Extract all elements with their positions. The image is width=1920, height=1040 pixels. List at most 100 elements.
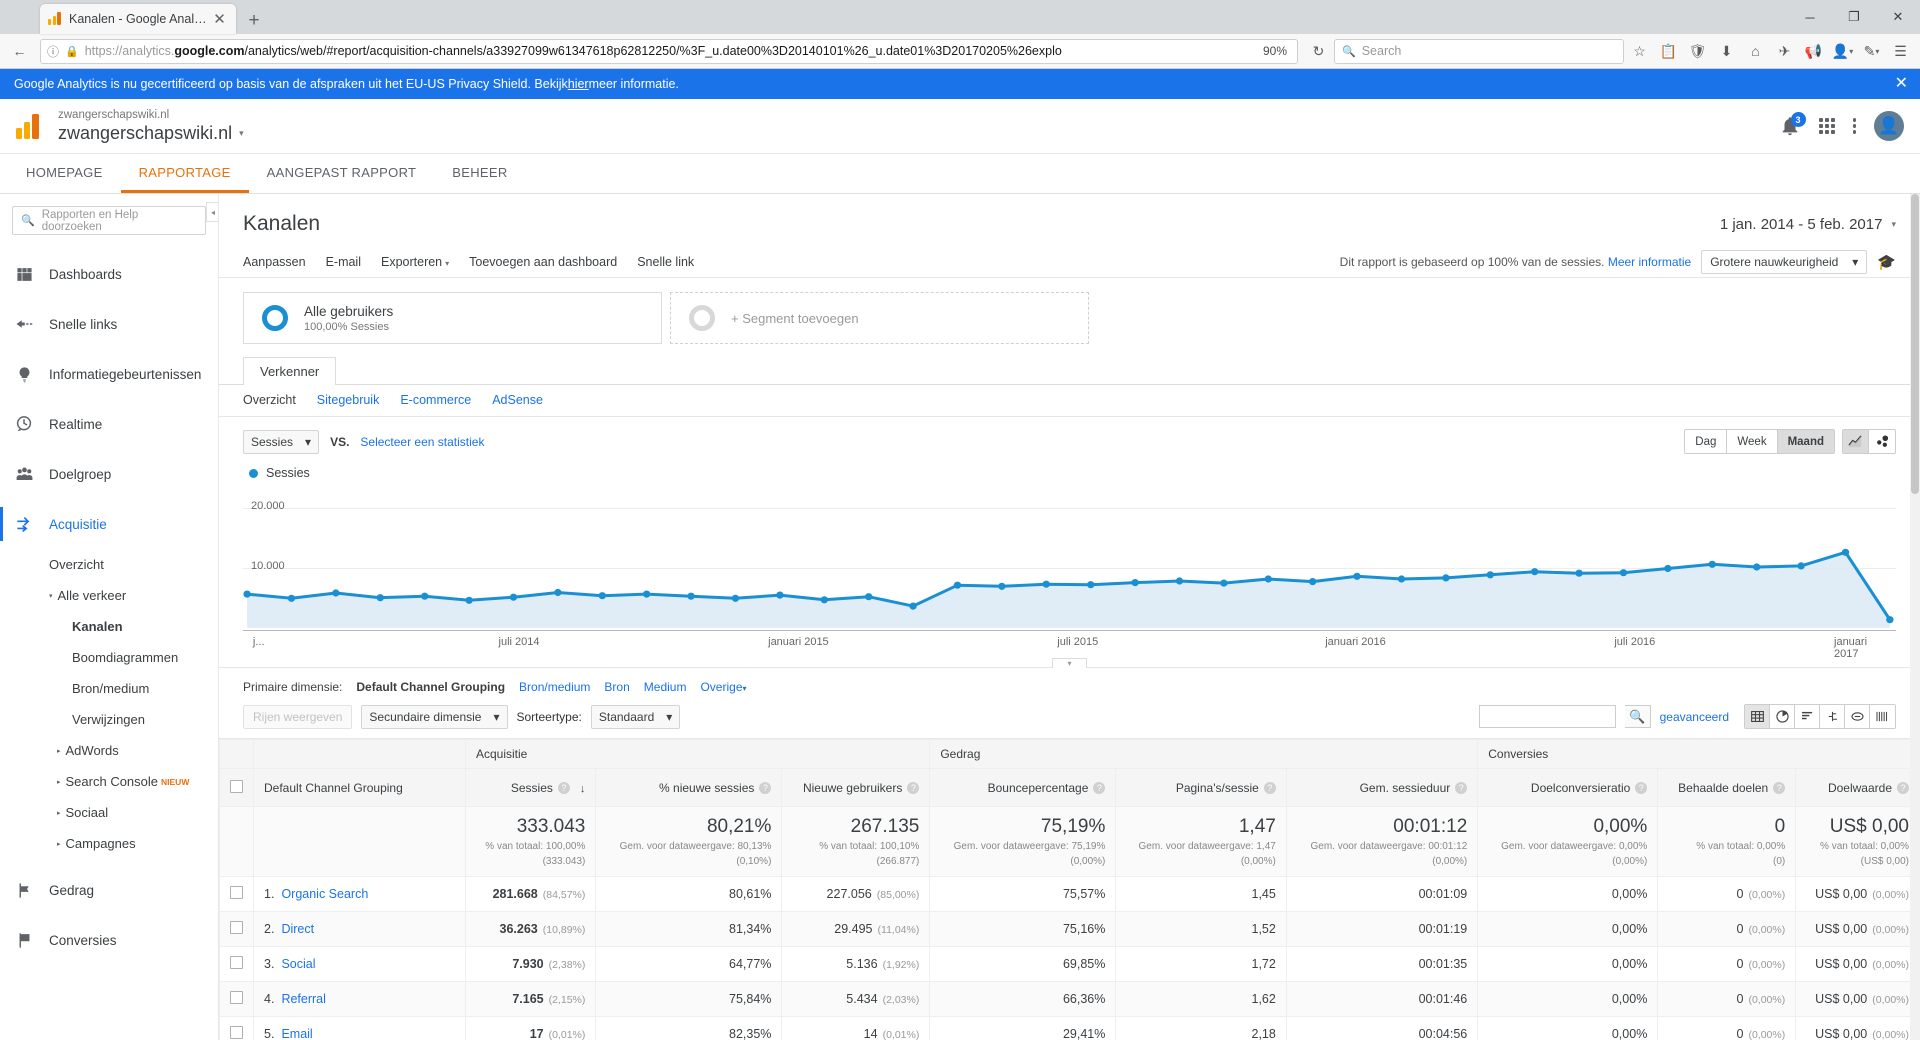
help-icon[interactable]: ? bbox=[1455, 782, 1468, 795]
tab-beheer[interactable]: BEHEER bbox=[434, 154, 525, 193]
help-icon[interactable]: ? bbox=[1263, 782, 1276, 795]
sidebar-item-doelgroep[interactable]: Doelgroep bbox=[0, 449, 218, 499]
col-doelwaarde[interactable]: Doelwaarde? bbox=[1795, 768, 1920, 807]
user-avatar-icon[interactable]: 👤 bbox=[1874, 111, 1904, 141]
sidebar-item-gedrag[interactable]: Gedrag bbox=[0, 865, 218, 915]
sidebar-item-dashboards[interactable]: Dashboards bbox=[0, 249, 218, 299]
send-icon[interactable]: ✈ bbox=[1771, 38, 1798, 65]
channel-link[interactable]: Direct bbox=[281, 922, 314, 936]
sidebar-subitem-boomdiagrammen[interactable]: Boomdiagrammen bbox=[0, 642, 218, 673]
clipboard-icon[interactable]: 📋 bbox=[1655, 38, 1682, 65]
reload-icon[interactable]: ↻ bbox=[1305, 38, 1332, 65]
page-info-icon[interactable]: ⓘ bbox=[47, 43, 59, 60]
vertical-scrollbar[interactable] bbox=[1910, 194, 1920, 1040]
toevoegen-aan-dashboard-button[interactable]: Toevoegen aan dashboard bbox=[469, 255, 617, 269]
url-bar[interactable]: ⓘ 🔒 https://analytics.google.com/analyti… bbox=[40, 38, 1298, 64]
tab-verkenner[interactable]: Verkenner bbox=[243, 357, 337, 385]
add-segment-button[interactable]: + Segment toevoegen bbox=[670, 292, 1089, 344]
metric-dropdown[interactable]: Sessies ▾ bbox=[243, 429, 320, 454]
pivot-view-icon[interactable] bbox=[1870, 705, 1895, 728]
help-icon[interactable]: ? bbox=[1897, 782, 1909, 795]
email-button[interactable]: E-mail bbox=[326, 255, 361, 269]
shield-icon[interactable]: 🛡 bbox=[1684, 38, 1711, 65]
dimension-overige[interactable]: Overige▾ bbox=[700, 680, 746, 694]
account-selector[interactable]: zwangerschapswiki.nl zwangerschapswiki.n… bbox=[58, 108, 244, 144]
dimension-medium[interactable]: Medium bbox=[644, 680, 687, 694]
search-icon[interactable]: 🔍 bbox=[1624, 705, 1651, 728]
col-gem-sessieduur[interactable]: Gem. sessieduur? bbox=[1285, 768, 1479, 807]
row-checkbox[interactable] bbox=[230, 991, 243, 1004]
accuracy-select[interactable]: Grotere nauwkeurigheid ▾ bbox=[1701, 249, 1868, 274]
granularity-week[interactable]: Week bbox=[1727, 430, 1778, 453]
aanpassen-button[interactable]: Aanpassen bbox=[243, 255, 306, 269]
channel-link[interactable]: Social bbox=[281, 957, 315, 971]
dimension-bron-medium[interactable]: Bron/medium bbox=[519, 680, 590, 694]
sidebar-subitem-bron-medium[interactable]: Bron/medium bbox=[0, 673, 218, 704]
subtab-sitegebruik[interactable]: Sitegebruik bbox=[317, 393, 380, 407]
user-icon[interactable]: 👤 ▾ bbox=[1829, 38, 1856, 65]
sidebar-search-input[interactable]: 🔍 Rapporten en Help doorzoeken bbox=[12, 206, 206, 235]
granularity-dag[interactable]: Dag bbox=[1685, 430, 1728, 453]
back-icon[interactable]: ← bbox=[6, 38, 33, 65]
chart-collapse-handle[interactable]: ▾ bbox=[219, 654, 1920, 668]
notice-link[interactable]: hier bbox=[568, 77, 589, 91]
tab-rapportage[interactable]: RAPPORTAGE bbox=[120, 154, 249, 193]
help-icon[interactable]: ? bbox=[1635, 782, 1648, 795]
select-metric-link[interactable]: Selecteer een statistiek bbox=[360, 435, 484, 449]
close-window-button[interactable]: ✕ bbox=[1876, 0, 1920, 34]
col-nieuwe-gebruikers[interactable]: Nieuwe gebruikers? bbox=[781, 768, 931, 807]
speaker-icon[interactable]: 📢 bbox=[1800, 38, 1827, 65]
help-icon[interactable]: ? bbox=[557, 782, 570, 795]
more-vertical-icon[interactable] bbox=[1852, 118, 1856, 134]
sidebar-subitem-campagnes[interactable]: ▸ Campagnes bbox=[0, 828, 218, 859]
help-icon[interactable]: ? bbox=[759, 782, 772, 795]
graduation-cap-icon[interactable]: 🎓 bbox=[1877, 253, 1896, 271]
sidebar-item-informatiegebeurtenissen[interactable]: Informatiegebeurtenissen bbox=[0, 349, 218, 399]
tab-aangepast-rapport[interactable]: AANGEPAST RAPPORT bbox=[249, 154, 435, 193]
comparison-view-icon[interactable] bbox=[1820, 705, 1845, 728]
minimize-button[interactable]: ─ bbox=[1788, 0, 1832, 34]
col-paginas-sessie[interactable]: Pagina's/sessie? bbox=[1115, 768, 1287, 807]
subtab-ecommerce[interactable]: E-commerce bbox=[400, 393, 471, 407]
col-bouncepercentage[interactable]: Bouncepercentage? bbox=[929, 768, 1117, 807]
exporteren-button[interactable]: Exporteren ▾ bbox=[381, 255, 449, 269]
term-cloud-icon[interactable] bbox=[1845, 705, 1870, 728]
segment-alle-gebruikers[interactable]: Alle gebruikers 100,00% Sessies bbox=[243, 292, 662, 344]
sidebar-subitem-sociaal[interactable]: ▸ Sociaal bbox=[0, 797, 218, 828]
apps-grid-icon[interactable] bbox=[1818, 118, 1835, 134]
new-tab-button[interactable]: + bbox=[241, 8, 267, 34]
help-icon[interactable]: ? bbox=[1093, 782, 1106, 795]
sessions-line-chart[interactable]: 20.000 10.000 bbox=[243, 486, 1896, 631]
row-checkbox[interactable] bbox=[230, 1026, 243, 1039]
col-sessies[interactable]: Sessies? ↓ bbox=[464, 768, 597, 807]
home-icon[interactable]: ⌂ bbox=[1742, 38, 1769, 65]
close-tab-icon[interactable]: ✕ bbox=[211, 11, 228, 28]
col-default-channel-grouping[interactable]: Default Channel Grouping bbox=[253, 768, 466, 807]
scrollbar-thumb[interactable] bbox=[1911, 194, 1919, 494]
dimension-bron[interactable]: Bron bbox=[604, 680, 629, 694]
advanced-link[interactable]: geavanceerd bbox=[1660, 710, 1729, 724]
zoom-level[interactable]: 90% bbox=[1263, 44, 1291, 58]
sidebar-collapse-button[interactable]: ◂ bbox=[206, 202, 218, 222]
sampling-link[interactable]: Meer informatie bbox=[1608, 255, 1691, 269]
date-range-selector[interactable]: 1 jan. 2014 - 5 feb. 2017 ▾ bbox=[1720, 216, 1896, 233]
subtab-overzicht[interactable]: Overzicht bbox=[243, 393, 296, 407]
col-nieuwe-sessies[interactable]: % nieuwe sessies? bbox=[595, 768, 783, 807]
help-icon[interactable]: ? bbox=[907, 782, 920, 795]
star-icon[interactable]: ☆ bbox=[1626, 38, 1653, 65]
col-doelconversieratio[interactable]: Doelconversieratio? bbox=[1477, 768, 1659, 807]
row-checkbox[interactable] bbox=[230, 956, 243, 969]
sidebar-subitem-search-console[interactable]: ▸ Search Console NIEUW bbox=[0, 766, 218, 797]
sidebar-subitem-verwijzingen[interactable]: Verwijzingen bbox=[0, 704, 218, 735]
paint-icon[interactable]: ✎ ▾ bbox=[1858, 38, 1885, 65]
secondary-dimension-dropdown[interactable]: Secundaire dimensie ▾ bbox=[361, 704, 508, 729]
table-search-input[interactable] bbox=[1478, 705, 1616, 728]
browser-search-bar[interactable]: 🔍 Search bbox=[1334, 38, 1624, 64]
snelle-link-button[interactable]: Snelle link bbox=[637, 255, 694, 269]
performance-view-icon[interactable] bbox=[1795, 705, 1820, 728]
bubble-chart-icon[interactable] bbox=[1869, 430, 1895, 453]
help-icon[interactable]: ? bbox=[1773, 782, 1786, 795]
sidebar-item-snelle-links[interactable]: Snelle links bbox=[0, 299, 218, 349]
browser-tab[interactable]: Kanalen - Google Analytics ✕ bbox=[40, 4, 236, 34]
download-icon[interactable]: ⬇ bbox=[1713, 38, 1740, 65]
